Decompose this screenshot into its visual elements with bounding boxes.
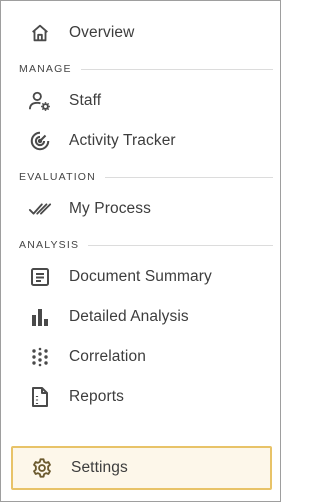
nav-item-label: Correlation: [69, 348, 146, 365]
nav-item-label: Staff: [69, 92, 102, 109]
nav-item-correlation[interactable]: Correlation: [10, 337, 272, 377]
nav-item-label: Overview: [69, 24, 135, 41]
double-check-icon: [27, 196, 53, 222]
home-icon: [27, 20, 53, 46]
section-divider: [80, 68, 273, 70]
nav-item-activity-tracker[interactable]: Activity Tracker: [10, 121, 272, 161]
section-header-evaluation: EVALUATION: [19, 170, 273, 184]
bar-chart-icon: [27, 304, 53, 330]
nav-item-document-summary[interactable]: Document Summary: [10, 257, 272, 297]
nav-item-label: Reports: [69, 388, 124, 405]
nav-item-my-process[interactable]: My Process: [10, 189, 272, 229]
section-divider: [88, 244, 273, 246]
section-header-manage: MANAGE: [19, 62, 273, 76]
section-title: ANALYSIS: [19, 239, 80, 251]
nav-item-label: Detailed Analysis: [69, 308, 189, 325]
nav-item-settings[interactable]: Settings: [11, 446, 272, 490]
document-lines-icon: [27, 264, 53, 290]
report-icon: [27, 384, 53, 410]
section-header-analysis: ANALYSIS: [19, 238, 273, 252]
nav-item-staff[interactable]: Staff: [10, 81, 272, 121]
user-gear-icon: [27, 88, 53, 114]
nav-item-overview[interactable]: Overview: [10, 13, 272, 53]
nav-item-label: My Process: [69, 200, 151, 217]
radar-icon: [27, 128, 53, 154]
section-title: MANAGE: [19, 63, 72, 75]
nav-item-detailed-analysis[interactable]: Detailed Analysis: [10, 297, 272, 337]
navigation-sidebar: Overview MANAGE Staff Activity Tracker E…: [0, 0, 281, 502]
nav-item-label: Activity Tracker: [69, 132, 176, 149]
dots-grid-icon: [27, 344, 53, 370]
section-divider: [104, 176, 273, 178]
nav-item-reports[interactable]: Reports: [10, 377, 272, 417]
section-title: EVALUATION: [19, 171, 96, 183]
gear-icon: [29, 455, 55, 481]
nav-item-label: Document Summary: [69, 268, 212, 285]
nav-item-label: Settings: [71, 459, 128, 476]
